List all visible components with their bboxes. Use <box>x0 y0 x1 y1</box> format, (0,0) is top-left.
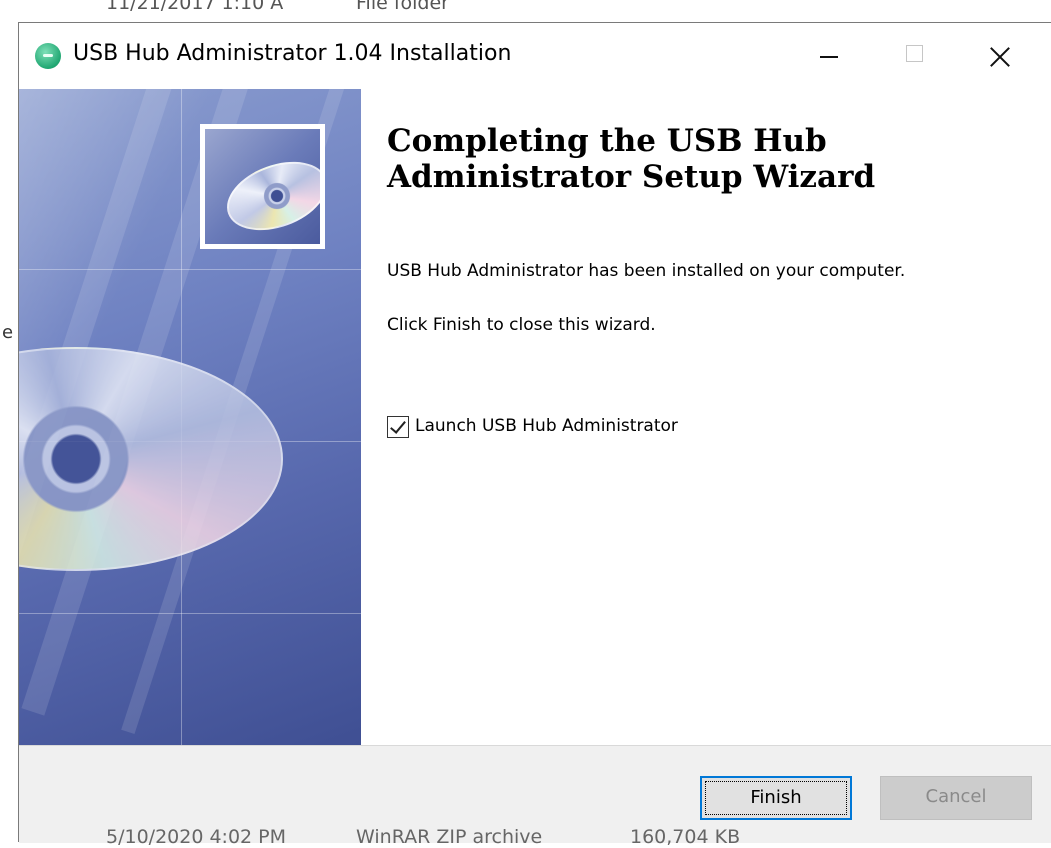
installed-message: USB Hub Administrator has been installed… <box>387 261 906 281</box>
cd-thumbnail-icon <box>200 124 325 249</box>
installer-dialog: USB Hub Administrator 1.04 Installation … <box>18 22 1051 843</box>
wizard-heading: Completing the USB Hub Administrator Set… <box>387 123 876 195</box>
launch-checkbox-label[interactable]: Launch USB Hub Administrator <box>415 416 678 436</box>
title-bar[interactable]: USB Hub Administrator 1.04 Installation <box>19 23 1051 89</box>
cancel-button[interactable]: Cancel <box>880 776 1032 820</box>
window-title: USB Hub Administrator 1.04 Installation <box>73 41 512 66</box>
background-edge-text: e <box>2 322 14 343</box>
background-date-text: 11/21/2017 1:10 A <box>106 0 284 14</box>
background-type-text: File folder <box>356 0 449 14</box>
close-icon[interactable] <box>964 23 1034 89</box>
wizard-banner-image <box>19 89 361 745</box>
finish-button[interactable]: Finish <box>700 776 852 820</box>
finish-instruction: Click Finish to close this wizard. <box>387 315 656 335</box>
launch-checkbox[interactable] <box>387 416 409 438</box>
minimize-icon[interactable] <box>794 23 864 89</box>
maximize-icon <box>879 23 949 89</box>
usb-hub-icon <box>35 43 61 69</box>
